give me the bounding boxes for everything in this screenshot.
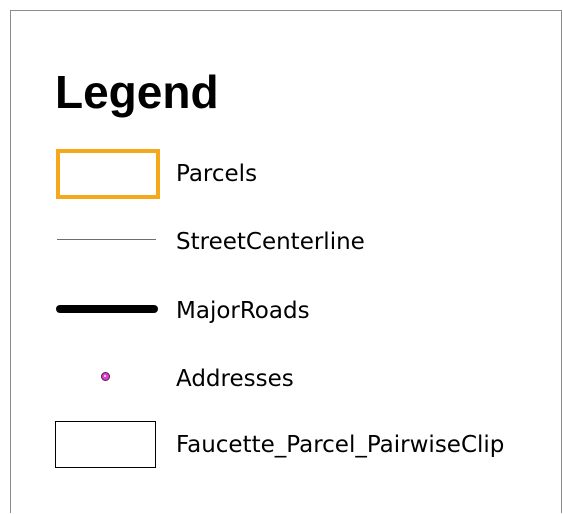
street-line-symbol-icon xyxy=(57,239,156,240)
legend-label-streetcenterline: StreetCenterline xyxy=(176,229,365,255)
legend-label-parcels: Parcels xyxy=(176,161,258,187)
address-point-symbol-icon xyxy=(101,372,110,381)
major-road-symbol-icon xyxy=(56,305,158,313)
parcels-symbol-icon xyxy=(56,149,160,199)
legend-title: Legend xyxy=(55,66,219,118)
legend-label-faucette-parcel-pairwiseclip: Faucette_Parcel_PairwiseClip xyxy=(176,432,505,458)
clip-polygon-symbol-icon xyxy=(55,421,156,468)
legend-label-addresses: Addresses xyxy=(176,366,294,392)
legend-label-majorroads: MajorRoads xyxy=(176,298,310,324)
